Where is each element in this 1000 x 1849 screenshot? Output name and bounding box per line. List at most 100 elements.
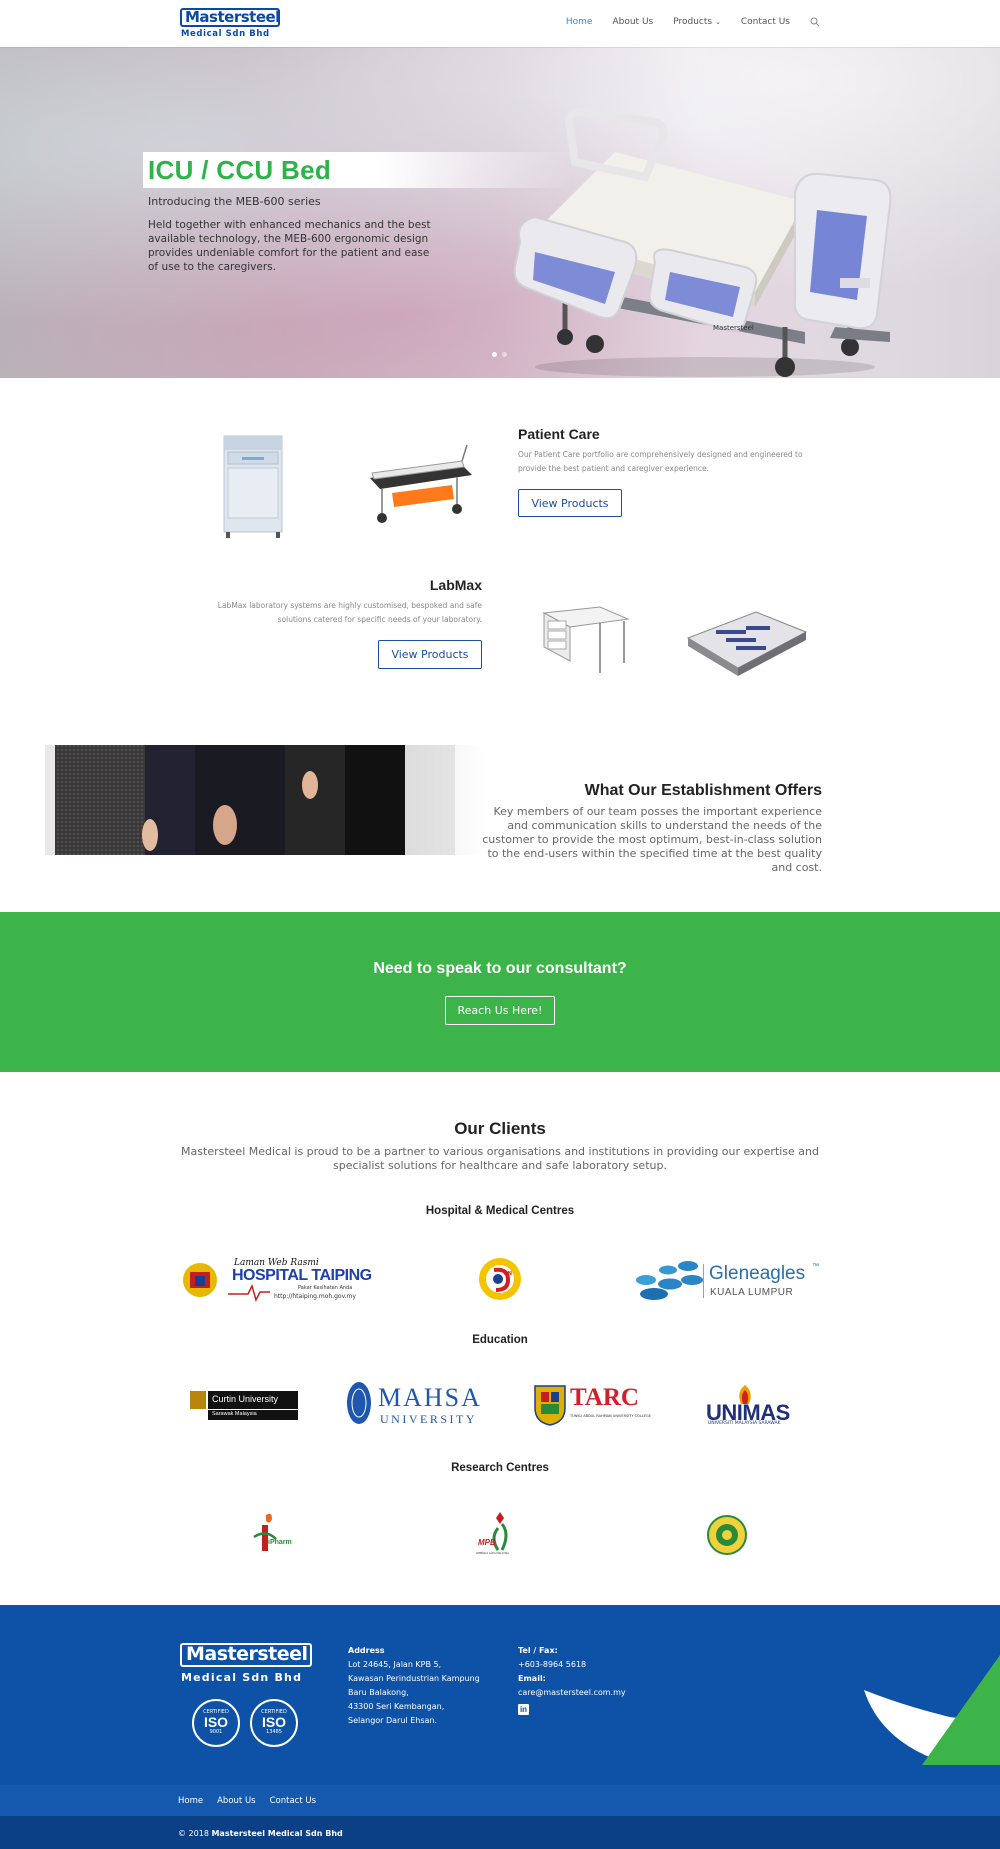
linkedin-icon[interactable]: in xyxy=(518,1704,529,1715)
footer-logo-tagline: Medical Sdn Bhd xyxy=(181,1671,303,1684)
hero-title: ICU / CCU Bed xyxy=(148,155,332,185)
reach-us-button[interactable]: Reach Us Here! xyxy=(445,996,555,1025)
site-logo[interactable]: Mastersteel Medical Sdn Bhd xyxy=(180,8,280,40)
footer-nav-about-us[interactable]: About Us xyxy=(217,1796,255,1806)
lab-bench-image xyxy=(542,606,630,673)
site-header: Mastersteel Medical Sdn Bhd Home About U… xyxy=(0,0,1000,47)
iso-13485-badge: CERTIFIED ISO 13485 xyxy=(250,1699,298,1747)
iso-13485-mark: ISO xyxy=(261,1714,287,1730)
establishment-text: Key members of our team posses the impor… xyxy=(482,805,822,874)
hero-description: Held together with enhanced mechanics an… xyxy=(148,219,431,273)
hospital-taiping-logo: Laman Web Rasmi HOSPITAL TAIPING Pakar K… xyxy=(178,1256,372,1304)
logo-wordmark: Mastersteel xyxy=(180,8,280,27)
curtin-university-logo: Curtin University Sarawak Malaysia xyxy=(190,1391,298,1421)
curtin-sub-text: Sarawak Malaysia xyxy=(212,1411,257,1417)
ipharm-logo: iPharm xyxy=(246,1511,302,1557)
hero-slider: Mastersteel ICU / CCU Bed Introducing th… xyxy=(0,47,1000,378)
patient-care-view-products-button[interactable]: View Products xyxy=(518,489,622,517)
mpb-sub-text: LEMBAGA LADA MALAYSIA xyxy=(476,1552,509,1555)
address-line: 43300 Seri Kembangan, xyxy=(348,1702,445,1711)
iso-13485-number: 13485 xyxy=(266,1729,282,1735)
ijn-text: IJN xyxy=(504,1271,512,1277)
team-photo xyxy=(45,745,485,855)
taiping-title-text: HOSPITAL TAIPING xyxy=(232,1267,372,1284)
copyright-text: © 2018 Mastersteel Medical Sdn Bhd xyxy=(178,1829,343,1838)
labmax-view-products-button[interactable]: View Products xyxy=(378,640,482,669)
ijn-logo: IJN xyxy=(474,1256,526,1302)
tel-heading: Tel / Fax: xyxy=(518,1646,558,1655)
footer-nav-home[interactable]: Home xyxy=(178,1796,203,1806)
footer-nav-bar: Home About Us Contact Us xyxy=(0,1785,1000,1816)
gleneagles-divider xyxy=(703,1264,704,1298)
footer-nav-contact-us[interactable]: Contact Us xyxy=(270,1796,316,1806)
unimas-sub-text: UNIVERSITI MALAYSIA SARAWAK xyxy=(708,1421,781,1426)
lab-layout-image xyxy=(686,611,808,676)
education-category-title: Education xyxy=(472,1334,528,1346)
nav-products-label: Products xyxy=(673,17,713,27)
labmax-title: LabMax xyxy=(429,577,482,593)
main-nav: Home About Us Products ⌄ Contact Us xyxy=(566,17,820,27)
search-icon[interactable] xyxy=(810,17,820,27)
taiping-url-text: http://htaiping.moh.gov.my xyxy=(274,1293,356,1300)
copyright-bar: © 2018 Mastersteel Medical Sdn Bhd xyxy=(0,1816,1000,1849)
iso-9001-number: 9001 xyxy=(209,1729,223,1735)
footer-decoration xyxy=(862,1605,1000,1765)
copyright-company: Mastersteel Medical Sdn Bhd xyxy=(211,1829,343,1838)
hospital-category-title: Hospital & Medical Centres xyxy=(425,1205,575,1217)
gleneagles-sub-text: KUALA LUMPUR xyxy=(710,1287,794,1298)
establishment-title: What Our Establishment Offers xyxy=(584,782,822,799)
address-line: Selangor Darul Ehsan. xyxy=(348,1716,437,1725)
gleneagles-tm: ™ xyxy=(812,1263,819,1270)
nav-home[interactable]: Home xyxy=(566,17,593,27)
tarc-text: TARC xyxy=(570,1384,639,1411)
footer-logo-wordmark[interactable]: Mastersteel xyxy=(180,1643,312,1667)
research-centre-seal xyxy=(707,1515,747,1555)
mahsa-sub-text: UNIVERSITY xyxy=(380,1412,477,1426)
site-footer: Mastersteel Medical Sdn Bhd CERTIFIED IS… xyxy=(0,1605,1000,1785)
address-line: Lot 24645, Jalan KPB 5, xyxy=(348,1660,442,1669)
address-line: Baru Balakong, xyxy=(348,1688,409,1697)
taiping-tagline-text: Pakar Kesihatan Anda xyxy=(298,1285,353,1291)
curtin-crest xyxy=(190,1391,206,1409)
ipharm-text: iPharm xyxy=(268,1539,292,1546)
cta-title: Need to speak to our consultant? xyxy=(373,960,627,977)
patient-care-text: Our Patient Care portfolio are comprehen… xyxy=(518,450,803,473)
bed-brand-label: Mastersteel xyxy=(713,324,754,332)
email-heading: Email: xyxy=(518,1674,546,1683)
labmax-text: LabMax laboratory systems are highly cus… xyxy=(217,601,482,624)
patient-care-title: Patient Care xyxy=(518,426,600,442)
tarc-logo: TARC TUNKU ABDUL RAHMAN UNIVERSITY COLLE… xyxy=(533,1384,651,1426)
mpb-logo: MPB LEMBAGA LADA MALAYSIA xyxy=(476,1510,524,1558)
research-category-title: Research Centres xyxy=(451,1462,549,1474)
address-line: Kawasan Perindustrian Kampung xyxy=(348,1674,480,1683)
hero-subtitle: Introducing the MEB-600 series xyxy=(148,195,321,208)
nav-contact-us[interactable]: Contact Us xyxy=(741,17,790,27)
mahsa-text: MAHSA xyxy=(378,1383,482,1412)
unimas-logo: UNIMAS UNIVERSITI MALAYSIA SARAWAK xyxy=(704,1384,804,1428)
copyright-prefix: © 2018 xyxy=(178,1829,212,1838)
slider-dot-2[interactable] xyxy=(502,352,507,357)
stretcher-trolley-image xyxy=(370,444,472,523)
tel-value[interactable]: +603-8964 5618 xyxy=(518,1660,586,1669)
tarc-sub-text: TUNKU ABDUL RAHMAN UNIVERSITY COLLEGE xyxy=(570,1414,651,1418)
clients-text: Mastersteel Medical is proud to be a par… xyxy=(181,1145,819,1172)
iso-9001-badge: CERTIFIED ISO 9001 xyxy=(192,1699,240,1747)
mahsa-university-logo: MAHSA UNIVERSITY xyxy=(346,1381,484,1427)
logo-tagline: Medical Sdn Bhd xyxy=(181,29,270,39)
address-heading: Address xyxy=(348,1646,385,1655)
iso-9001-mark: ISO xyxy=(203,1714,229,1730)
chevron-down-icon: ⌄ xyxy=(714,18,721,26)
email-link[interactable]: care@mastersteel.com.my xyxy=(518,1688,626,1697)
gleneagles-text: Gleneagles xyxy=(709,1263,806,1284)
slider-dot-1[interactable] xyxy=(492,352,497,357)
clients-title: Our Clients xyxy=(454,1119,546,1138)
icu-bed-image: Mastersteel xyxy=(513,107,892,377)
bedside-cabinet-image xyxy=(223,435,283,538)
nav-about-us[interactable]: About Us xyxy=(612,17,653,27)
mpb-text: MPB xyxy=(478,1538,496,1547)
gleneagles-logo: Gleneagles ™ KUALA LUMPUR xyxy=(630,1260,822,1302)
nav-products[interactable]: Products ⌄ xyxy=(673,17,721,27)
curtin-text: Curtin University xyxy=(212,1394,279,1404)
consultant-cta-section: Need to speak to our consultant? Reach U… xyxy=(0,912,1000,1072)
slider-pagination xyxy=(492,352,507,357)
